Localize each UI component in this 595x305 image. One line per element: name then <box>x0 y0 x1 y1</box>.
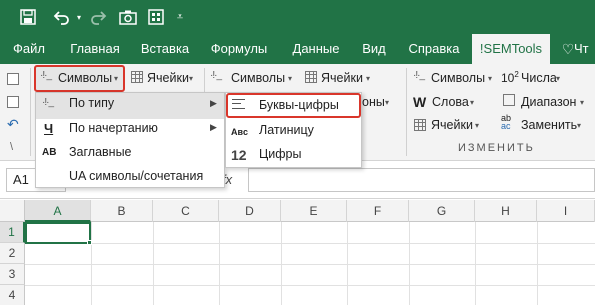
chevron-down-icon: ▾ <box>577 121 582 130</box>
chevron-right-icon: ▶ <box>210 122 217 132</box>
partial-label: оны <box>362 95 385 109</box>
numbers-icon-exp: 2 <box>514 70 519 79</box>
submenu-item-latin[interactable]: Латиницу <box>259 117 314 143</box>
column-header[interactable]: B <box>91 200 153 222</box>
chevron-down-icon: ▾ <box>385 98 390 107</box>
chevron-down-icon: ▾ <box>288 74 293 83</box>
symbols-icon: ·!·_ <box>413 70 425 81</box>
col3-cells[interactable]: Ячейки <box>431 118 473 132</box>
undo-small-icon[interactable]: ↶ <box>7 116 19 133</box>
column-header[interactable]: A <box>25 200 91 222</box>
symbols-label: Символы <box>58 71 113 85</box>
symbols-icon: ·!·_ <box>40 70 52 81</box>
column-header[interactable]: H <box>475 200 537 222</box>
chevron-down-icon: ▾ <box>189 74 194 83</box>
menu-item-ua-symbols[interactable]: UA символы/сочетания <box>69 163 203 189</box>
undo-icon[interactable] <box>48 5 76 29</box>
numbers-icon: 102 <box>501 70 519 85</box>
replace-icon-bottom: ac <box>501 121 511 131</box>
tab-formulas[interactable]: Формулы <box>206 34 272 64</box>
formula-input[interactable] <box>248 168 595 192</box>
gridline <box>25 243 595 244</box>
backslash-icon: \ <box>10 141 14 153</box>
tab-help[interactable]: Справка <box>403 34 465 64</box>
menu-item-by-style[interactable]: По начертанию <box>69 115 158 141</box>
group-label: ИЗМЕНИТЬ <box>458 142 535 154</box>
latin-icon: Aвc <box>231 127 249 137</box>
checkbox-1[interactable] <box>7 73 19 85</box>
camera-icon[interactable] <box>116 5 140 29</box>
tab-insert[interactable]: Вставка <box>134 34 196 64</box>
row-header[interactable]: 4 <box>0 285 25 305</box>
tab-semtools[interactable]: !SEMTools <box>472 34 550 64</box>
chevron-down-icon: ▾ <box>488 74 493 83</box>
cells-label[interactable]: Ячейки <box>147 71 189 85</box>
tab-tell-me[interactable]: Чт <box>574 34 595 64</box>
chevron-down-icon: ▾ <box>366 74 371 83</box>
gridline <box>25 264 595 265</box>
separator <box>30 68 31 156</box>
uppercase-icon: AB <box>42 147 57 158</box>
column-header[interactable]: E <box>281 200 347 222</box>
chevron-down-icon: ▾ <box>470 98 475 107</box>
gridline <box>25 285 595 286</box>
cells2-label[interactable]: Ячейки <box>321 71 363 85</box>
cells-icon <box>414 119 426 131</box>
fill-handle[interactable] <box>87 240 92 245</box>
column-header[interactable]: C <box>153 200 219 222</box>
range-icon <box>503 94 515 106</box>
chevron-down-icon: ▾ <box>556 74 561 83</box>
row-header[interactable]: 2 <box>0 243 25 264</box>
chevron-down-icon: ▾ <box>580 98 585 107</box>
digits-icon: 12 <box>231 147 247 163</box>
menu-item-label: По типу <box>69 96 115 110</box>
tab-home[interactable]: Главная <box>60 34 130 64</box>
replace-icon: ab ac <box>501 114 511 131</box>
form-icon[interactable] <box>144 5 168 29</box>
redo-icon[interactable] <box>86 5 110 29</box>
symbols2-label[interactable]: Символы <box>231 71 285 85</box>
tab-data[interactable]: Данные <box>288 34 344 64</box>
cells-icon <box>305 71 317 83</box>
select-all[interactable] <box>0 200 25 222</box>
col3-symbols[interactable]: Символы <box>431 71 485 85</box>
col3-replace[interactable]: Заменить <box>521 118 577 132</box>
row-header[interactable]: 3 <box>0 264 25 285</box>
chevron-down-icon: ▾ <box>475 121 480 130</box>
col3-words[interactable]: Слова <box>432 95 469 109</box>
row-header[interactable]: 1 <box>0 222 25 243</box>
column-header[interactable]: F <box>347 200 409 222</box>
cells-icon <box>131 71 143 83</box>
numbers-icon-ten: 10 <box>501 71 515 85</box>
submenu-item-digits[interactable]: Цифры <box>259 141 301 167</box>
col3-numbers[interactable]: Числа <box>521 71 557 85</box>
column-header[interactable]: D <box>219 200 281 222</box>
lines-icon <box>232 99 245 109</box>
tab-file[interactable]: Файл <box>2 34 56 64</box>
words-icon: W <box>413 94 427 110</box>
underline-icon: Ч <box>44 121 54 136</box>
save-icon[interactable] <box>16 5 40 29</box>
col3-range[interactable]: Диапазон <box>521 95 576 109</box>
undo-dropdown-icon[interactable]: ▾ <box>74 5 84 29</box>
tab-view[interactable]: Вид <box>358 34 390 64</box>
chevron-down-icon: ▾ <box>114 74 119 83</box>
symbols-icon: ·!·_ <box>42 97 54 108</box>
separator <box>406 68 407 156</box>
submenu-item-label: Буквы-цифры <box>259 98 339 112</box>
active-cell[interactable] <box>25 222 91 244</box>
column-header[interactable]: G <box>409 200 475 222</box>
symbols-icon: ·!·_ <box>210 70 222 81</box>
column-header[interactable]: I <box>537 200 595 222</box>
menu-item-uppercase[interactable]: Заглавные <box>69 139 132 165</box>
chevron-right-icon: ▶ <box>210 98 217 108</box>
customize-qat-icon[interactable]: ⩡ <box>174 5 186 29</box>
checkbox-2[interactable] <box>7 96 19 108</box>
